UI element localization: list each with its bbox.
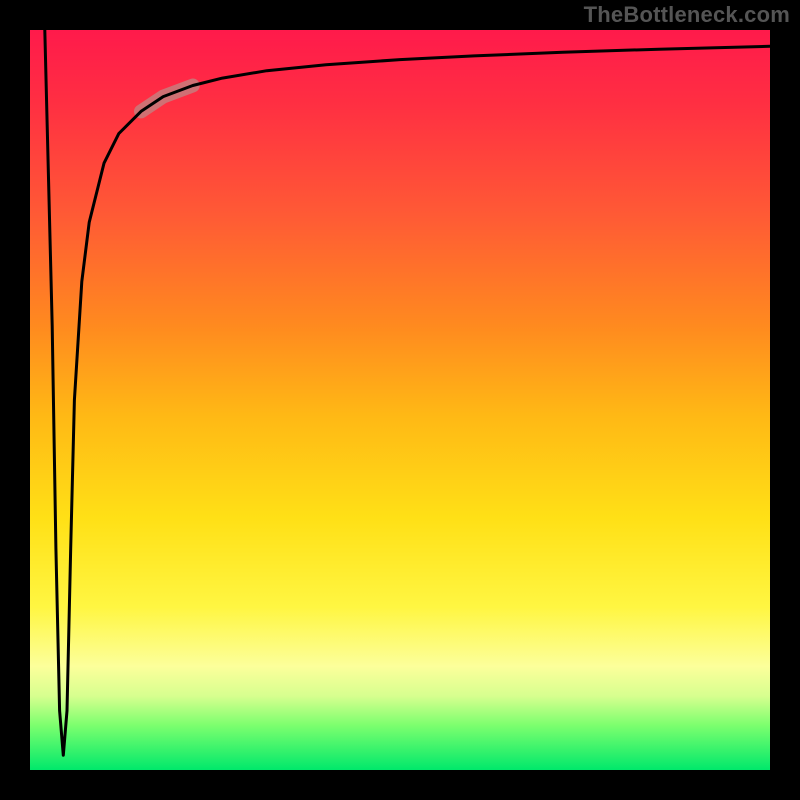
plot-area (30, 30, 770, 770)
chart-frame: TheBottleneck.com (0, 0, 800, 800)
bottleneck-curve (45, 30, 770, 755)
curve-svg (30, 30, 770, 770)
watermark-text: TheBottleneck.com (584, 2, 790, 28)
